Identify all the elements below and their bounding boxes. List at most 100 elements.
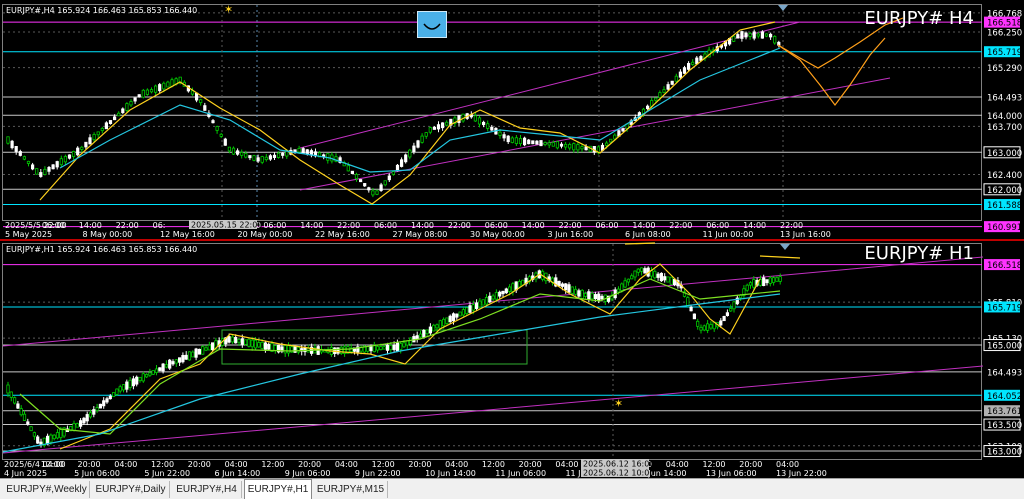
candle-body bbox=[458, 311, 462, 317]
candle-body bbox=[375, 346, 380, 351]
candle-body bbox=[371, 190, 375, 196]
candle-body bbox=[382, 346, 386, 350]
time-sub-label: 20:00 bbox=[298, 460, 321, 469]
candle-body bbox=[9, 391, 13, 398]
candle-body bbox=[36, 436, 40, 444]
candle-body bbox=[752, 31, 756, 39]
tab-daily[interactable]: EURJPY#,Daily bbox=[92, 481, 170, 498]
time-axis-label: 5 May 2025 bbox=[5, 230, 52, 239]
candle-body bbox=[722, 315, 726, 322]
tab-h4[interactable]: EURJPY#,H4 bbox=[172, 481, 242, 498]
price-axis-label: 163.761 bbox=[987, 407, 1022, 417]
candle-body bbox=[412, 145, 416, 152]
candle-body bbox=[514, 137, 519, 144]
candle-body bbox=[250, 339, 254, 348]
h1-chart[interactable]: 166.518165.810165.719165.130165.000164.4… bbox=[0, 239, 1024, 478]
candle-body bbox=[118, 386, 122, 392]
candle-body bbox=[247, 338, 251, 347]
candle-body bbox=[778, 276, 782, 282]
candle-body bbox=[82, 417, 86, 424]
time-sub-label: 06:00 bbox=[42, 221, 65, 230]
candle-body bbox=[678, 71, 683, 78]
candle-body bbox=[267, 343, 271, 350]
time-axis-label: 6 Jun 08:00 bbox=[625, 230, 671, 239]
candle-body bbox=[125, 103, 129, 111]
candle-body bbox=[293, 346, 297, 353]
candle-body bbox=[194, 348, 198, 358]
time-sub-label: 04:00 bbox=[776, 460, 799, 469]
candle-body bbox=[477, 117, 482, 125]
candle-body bbox=[197, 348, 201, 355]
candle-body bbox=[424, 132, 428, 137]
candle-body bbox=[415, 335, 419, 340]
candle-body bbox=[486, 123, 490, 129]
price-axis-label: 161.588 bbox=[987, 201, 1022, 211]
candle-body bbox=[49, 434, 53, 443]
candle-body bbox=[243, 339, 248, 345]
candle-body bbox=[375, 190, 379, 195]
candle-body bbox=[748, 33, 752, 37]
candle-body bbox=[570, 286, 574, 294]
candle-body bbox=[76, 147, 80, 156]
tab-h1[interactable]: EURJPY#,H1 bbox=[244, 479, 312, 499]
candle-body bbox=[702, 325, 706, 331]
time-axis-label: 30 May 00:00 bbox=[470, 230, 525, 239]
h4-chart[interactable]: 166.768166.518166.250165.719165.290164.4… bbox=[0, 0, 1024, 239]
candle-body bbox=[748, 282, 753, 286]
candle-body bbox=[481, 121, 486, 126]
candle-body bbox=[736, 34, 740, 39]
candle-body bbox=[387, 175, 391, 181]
candle-body bbox=[600, 295, 604, 300]
candle-body bbox=[567, 284, 571, 293]
time-sub-label: 04:00 bbox=[445, 460, 468, 469]
time-sub-label: 22:00 bbox=[337, 221, 360, 230]
candle-body bbox=[210, 342, 215, 351]
candle-body bbox=[399, 343, 403, 351]
time-axis-label: 22 May 16:00 bbox=[315, 230, 370, 239]
candle-body bbox=[653, 270, 657, 279]
tab-weekly[interactable]: EURJPY#,Weekly bbox=[4, 481, 90, 498]
price-axis-label: 165.719 bbox=[987, 303, 1022, 313]
candle-body bbox=[484, 297, 489, 305]
candle-body bbox=[490, 126, 494, 131]
candle-body bbox=[531, 140, 535, 145]
crosshair-time-label: 2025.06.12 16:00 bbox=[583, 460, 654, 469]
candle-body bbox=[137, 94, 141, 98]
candle-body bbox=[211, 120, 215, 124]
candle-body bbox=[425, 329, 429, 335]
crosshair-time-label: 2025.06.12 10:00 bbox=[583, 469, 654, 478]
symbol-info-text: EURJPY#,H1 165.924 166.463 165.853 166.4… bbox=[6, 245, 197, 254]
candle-body bbox=[181, 355, 185, 363]
time-sub-label: 22:00 bbox=[448, 221, 471, 230]
time-axis-label: 20 May 00:00 bbox=[238, 230, 293, 239]
candle-body bbox=[511, 283, 515, 292]
candle-body bbox=[52, 434, 56, 440]
candle-body bbox=[154, 368, 159, 373]
candle-body bbox=[438, 320, 442, 329]
candle-body bbox=[112, 392, 116, 397]
candle-body bbox=[539, 140, 543, 147]
navigation-icon[interactable] bbox=[417, 11, 447, 38]
candle-body bbox=[22, 413, 27, 421]
candle-body bbox=[67, 154, 72, 159]
candle-body bbox=[686, 297, 690, 306]
candle-body bbox=[392, 344, 396, 350]
time-sub-label: 20:00 bbox=[519, 460, 542, 469]
candle-body bbox=[14, 146, 18, 152]
candle-body bbox=[12, 397, 17, 404]
candle-body bbox=[256, 157, 260, 162]
candle-body bbox=[201, 346, 205, 355]
time-sub-label: 06:00 bbox=[485, 221, 508, 230]
candle-body bbox=[121, 108, 125, 114]
candle-body bbox=[448, 315, 452, 323]
candle-body bbox=[478, 300, 482, 308]
candle-body bbox=[465, 307, 469, 315]
tab-m15[interactable]: EURJPY#,M15 bbox=[314, 481, 388, 498]
candle-body bbox=[719, 320, 723, 326]
candle-body bbox=[117, 112, 121, 117]
time-sub-label: 22:00 bbox=[780, 221, 803, 230]
candle-body bbox=[286, 345, 291, 354]
time-sub-label: 12:00 bbox=[372, 460, 395, 469]
candle-body bbox=[692, 313, 697, 320]
candle-body bbox=[765, 279, 769, 284]
